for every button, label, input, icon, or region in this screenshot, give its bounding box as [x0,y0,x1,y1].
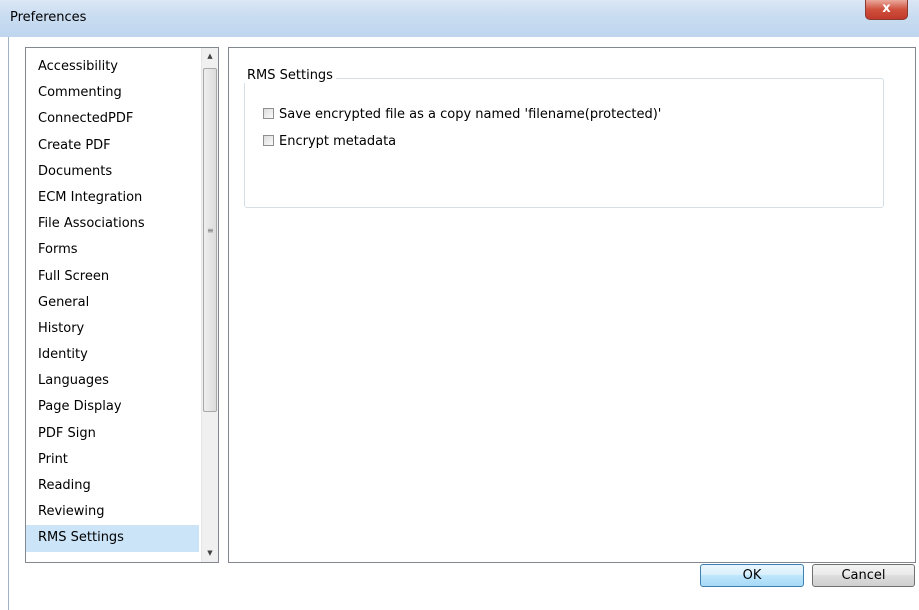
sidebar-item-print[interactable]: Print [26,447,199,473]
scroll-up-arrow-icon[interactable]: ▲ [202,48,218,65]
sidebar-item-page-display[interactable]: Page Display [26,394,199,420]
dialog-client-area: Accessibility Commenting ConnectedPDF Cr… [8,37,919,610]
sidebar-item-pdf-sign[interactable]: PDF Sign [26,421,199,447]
sidebar-item-connectedpdf[interactable]: ConnectedPDF [26,106,199,132]
save-encrypted-copy-checkbox[interactable] [263,108,274,119]
sidebar-item-full-screen[interactable]: Full Screen [26,264,199,290]
sidebar-item-general[interactable]: General [26,290,199,316]
scroll-down-arrow-icon[interactable]: ▼ [202,545,218,562]
category-list: Accessibility Commenting ConnectedPDF Cr… [25,47,219,563]
encrypt-metadata-label: Encrypt metadata [279,134,397,149]
close-button[interactable]: x [865,0,908,20]
sidebar-item-identity[interactable]: Identity [26,342,199,368]
sidebar-item-commenting[interactable]: Commenting [26,80,199,106]
sidebar-item-documents[interactable]: Documents [26,159,199,185]
save-encrypted-copy-label: Save encrypted file as a copy named 'fil… [279,107,662,122]
encrypt-metadata-option[interactable]: Encrypt metadata [263,133,396,151]
sidebar-item-ecm-integration[interactable]: ECM Integration [26,185,199,211]
settings-panel: RMS Settings Save encrypted file as a co… [228,47,916,563]
sidebar-item-rms-settings[interactable]: RMS Settings [26,525,199,552]
window-title: Preferences [10,10,87,25]
group-title: RMS Settings [244,68,336,83]
sidebar-item-reading[interactable]: Reading [26,473,199,499]
sidebar-item-accessibility[interactable]: Accessibility [26,54,199,80]
sidebar-item-forms[interactable]: Forms [26,237,199,263]
preferences-window: Preferences x Accessibility Commenting C… [0,0,919,610]
category-items: Accessibility Commenting ConnectedPDF Cr… [26,54,199,552]
category-scrollbar[interactable]: ▲ ≡ ▼ [201,48,218,562]
ok-button[interactable]: OK [700,564,804,587]
sidebar-item-file-associations[interactable]: File Associations [26,211,199,237]
cancel-button[interactable]: Cancel [812,564,915,587]
encrypt-metadata-checkbox[interactable] [263,135,274,146]
sidebar-item-languages[interactable]: Languages [26,368,199,394]
title-bar[interactable]: Preferences x [0,0,919,37]
grip-icon: ≡ [207,226,214,235]
sidebar-item-create-pdf[interactable]: Create PDF [26,133,199,159]
close-icon: x [882,1,891,16]
sidebar-item-reviewing[interactable]: Reviewing [26,499,199,525]
save-encrypted-copy-option[interactable]: Save encrypted file as a copy named 'fil… [263,106,661,124]
sidebar-item-history[interactable]: History [26,316,199,342]
scroll-thumb[interactable]: ≡ [203,68,217,412]
